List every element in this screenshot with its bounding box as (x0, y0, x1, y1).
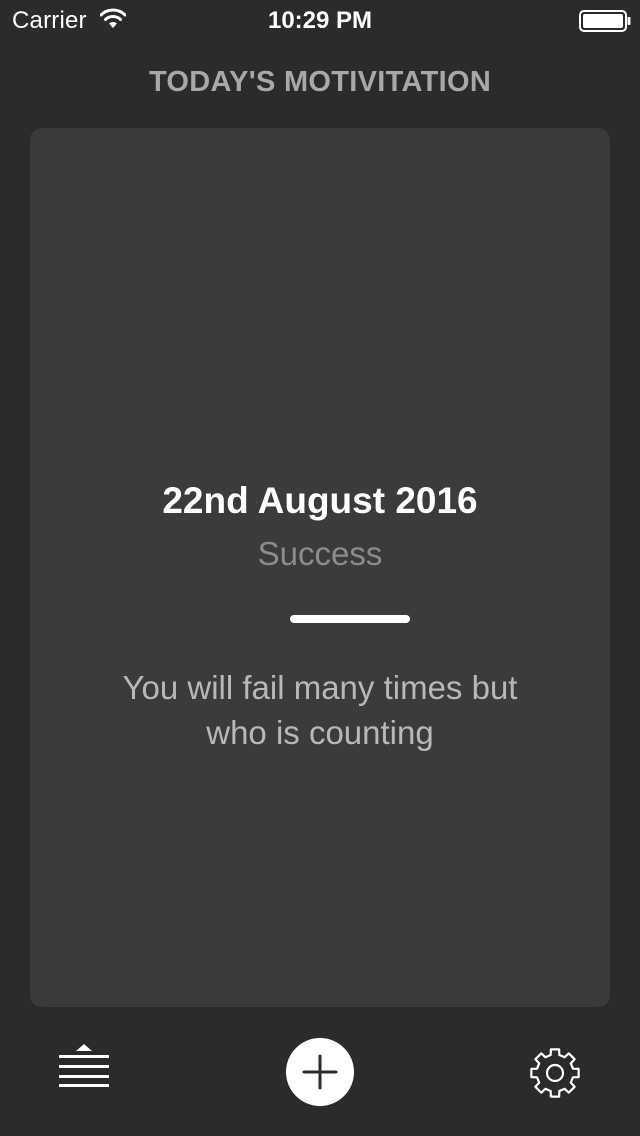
settings-button[interactable] (528, 1046, 582, 1100)
add-button[interactable] (286, 1038, 354, 1106)
status-time: 10:29 PM (267, 7, 373, 34)
gear-icon (530, 1048, 580, 1098)
card-date: 22nd August 2016 (162, 480, 478, 521)
menu-button[interactable] (56, 1042, 112, 1090)
stack-menu-icon (59, 1044, 109, 1087)
battery-icon (579, 10, 631, 32)
plus-icon (302, 1054, 338, 1090)
motivation-card[interactable]: 22nd August 2016 Success You will fail m… (30, 128, 610, 1007)
card-quote: You will fail many times but who is coun… (122, 669, 518, 751)
card-category: Success (257, 535, 383, 572)
page-title: TODAY'S MOTIVITATION (148, 66, 492, 98)
status-bar: Carrier 10:29 PM (0, 0, 640, 40)
card-divider (290, 615, 410, 623)
app-screen: Carrier 10:29 PM TODAY'S MOTIVITATION 22… (0, 0, 640, 1136)
